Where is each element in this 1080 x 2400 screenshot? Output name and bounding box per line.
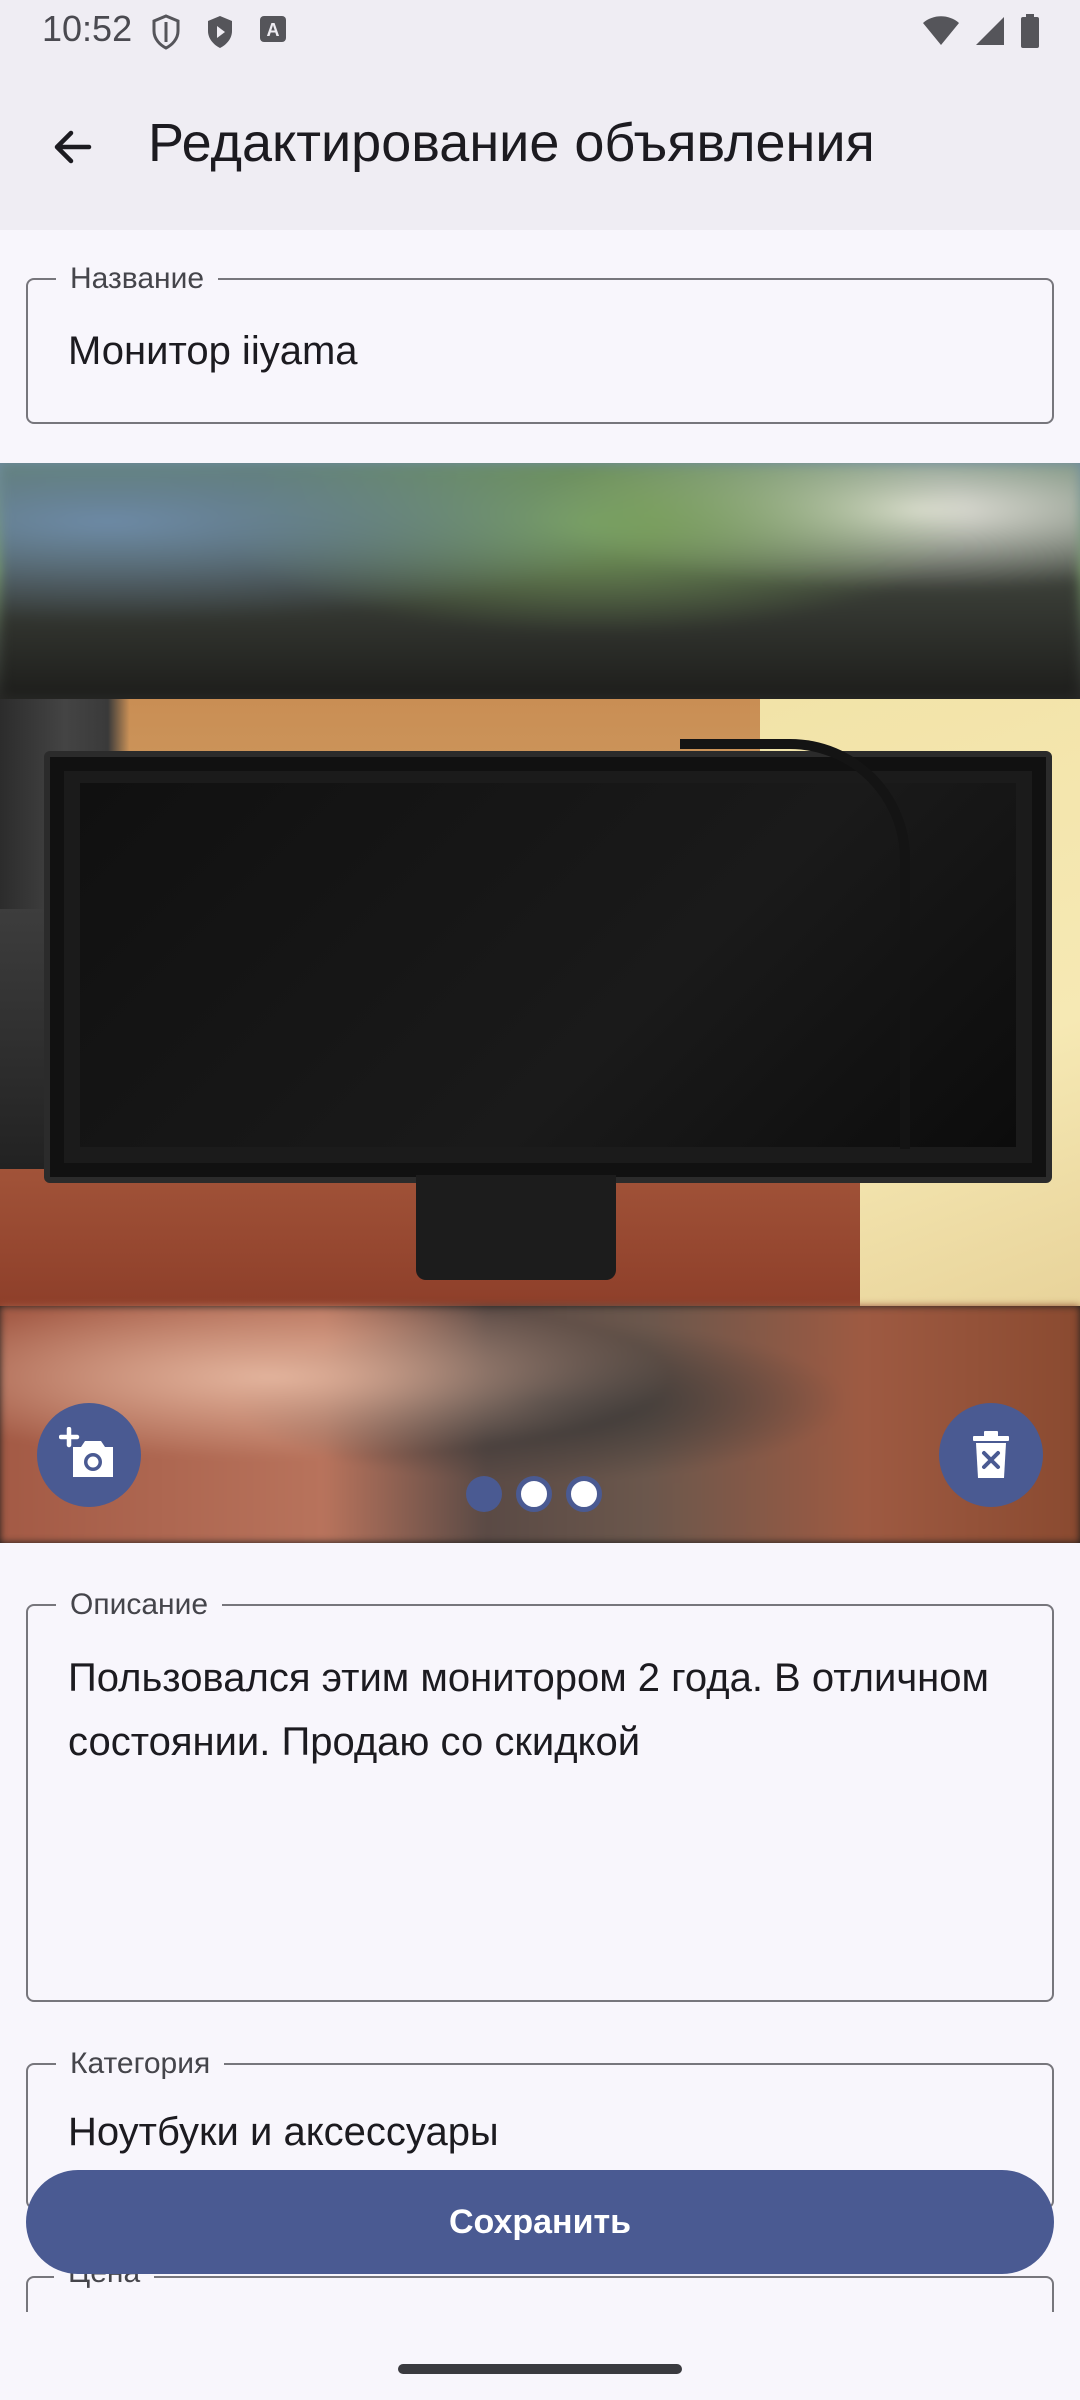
price-field-label: Цена xyxy=(54,2272,155,2290)
delete-icon xyxy=(973,1431,1009,1478)
shield-icon xyxy=(152,14,180,50)
photo-blur-background-top xyxy=(0,463,1080,699)
category-field-value: Ноутбуки и аксессуары xyxy=(68,2110,499,2154)
price-field[interactable]: Цена xyxy=(26,2272,1054,2312)
battery-icon xyxy=(1021,14,1039,48)
play-protect-icon xyxy=(208,16,232,48)
category-field-label: Категория xyxy=(56,2047,225,2081)
name-field-value: Монитор iiyama xyxy=(68,329,358,373)
delete-photo-button[interactable] xyxy=(939,1403,1043,1507)
wifi-icon xyxy=(923,16,959,45)
status-time: 10:52 xyxy=(42,8,133,49)
description-field-label: Описание xyxy=(56,1588,223,1622)
page-title: Редактирование объявления xyxy=(148,113,875,173)
save-button[interactable]: Сохранить xyxy=(26,2170,1054,2274)
top-app-bar: Редактирование объявления xyxy=(0,62,1080,230)
description-field-value: Пользовался этим монитором 2 года. В отл… xyxy=(68,1656,990,1764)
carousel-dot[interactable] xyxy=(466,1476,502,1512)
name-field[interactable]: Название Монитор iiyama xyxy=(26,262,1054,424)
status-bar: 10:52 A xyxy=(0,0,1080,62)
description-field[interactable]: Описание Пользовался этим монитором 2 го… xyxy=(26,1588,1054,2002)
back-button[interactable] xyxy=(36,110,110,184)
carousel-dot[interactable] xyxy=(516,1476,552,1512)
carousel-dot[interactable] xyxy=(566,1476,602,1512)
name-field-label: Название xyxy=(56,262,219,296)
signal-icon xyxy=(976,17,1004,45)
carousel-page-indicator xyxy=(466,1476,602,1512)
photo-image xyxy=(0,699,1080,1306)
arrow-back-icon xyxy=(54,130,92,164)
photo-carousel[interactable] xyxy=(0,463,1080,1543)
svg-text:A: A xyxy=(267,20,280,40)
add-photo-button[interactable] xyxy=(37,1403,141,1507)
accessibility-icon: A xyxy=(260,16,286,42)
add-photo-icon xyxy=(59,1427,113,1477)
home-indicator[interactable] xyxy=(398,2364,682,2374)
